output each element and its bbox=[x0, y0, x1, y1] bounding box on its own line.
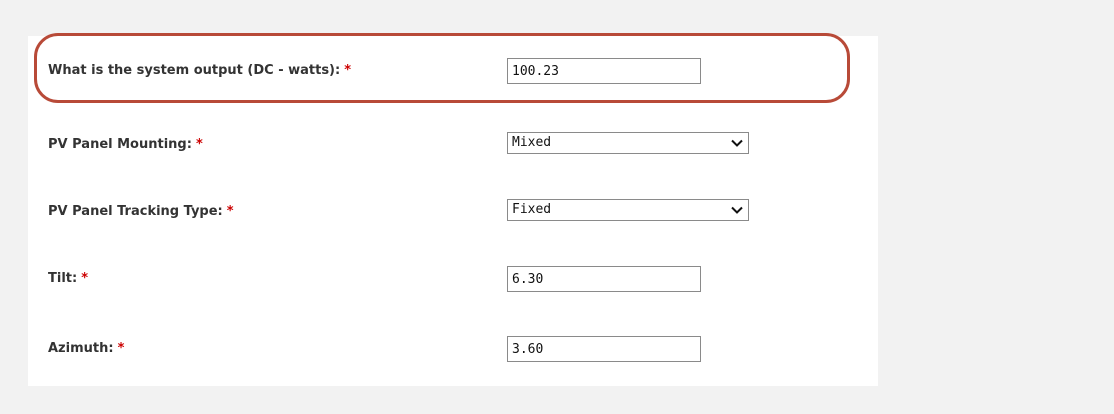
required-asterisk: * bbox=[344, 63, 352, 78]
pv-panel-mounting-select[interactable]: Mixed bbox=[507, 132, 749, 154]
form-panel: What is the system output (DC - watts): *… bbox=[28, 36, 878, 386]
pv-panel-tracking-type-selected-value: Fixed bbox=[512, 202, 552, 217]
chevron-down-icon bbox=[731, 139, 743, 147]
system-output-row: What is the system output (DC - watts): * bbox=[48, 58, 868, 86]
tilt-input[interactable] bbox=[507, 266, 701, 292]
pv-panel-tracking-type-row: PV Panel Tracking Type: * Fixed bbox=[48, 199, 868, 227]
azimuth-label: Azimuth: * bbox=[48, 341, 125, 356]
pv-panel-mounting-row: PV Panel Mounting: * Mixed bbox=[48, 132, 868, 160]
chevron-down-icon bbox=[731, 206, 743, 214]
required-asterisk: * bbox=[226, 204, 234, 219]
azimuth-input[interactable] bbox=[507, 336, 701, 362]
azimuth-row: Azimuth: * bbox=[48, 336, 868, 364]
required-asterisk: * bbox=[117, 341, 125, 356]
pv-panel-mounting-selected-value: Mixed bbox=[512, 135, 552, 150]
required-asterisk: * bbox=[195, 137, 203, 152]
pv-panel-mounting-label: PV Panel Mounting: * bbox=[48, 137, 203, 152]
system-output-input[interactable] bbox=[507, 58, 701, 84]
pv-panel-tracking-type-select[interactable]: Fixed bbox=[507, 199, 749, 221]
tilt-label: Tilt: * bbox=[48, 271, 89, 286]
required-asterisk: * bbox=[81, 271, 89, 286]
tilt-row: Tilt: * bbox=[48, 266, 868, 294]
pv-panel-tracking-type-label: PV Panel Tracking Type: * bbox=[48, 204, 234, 219]
system-output-label: What is the system output (DC - watts): * bbox=[48, 63, 352, 78]
